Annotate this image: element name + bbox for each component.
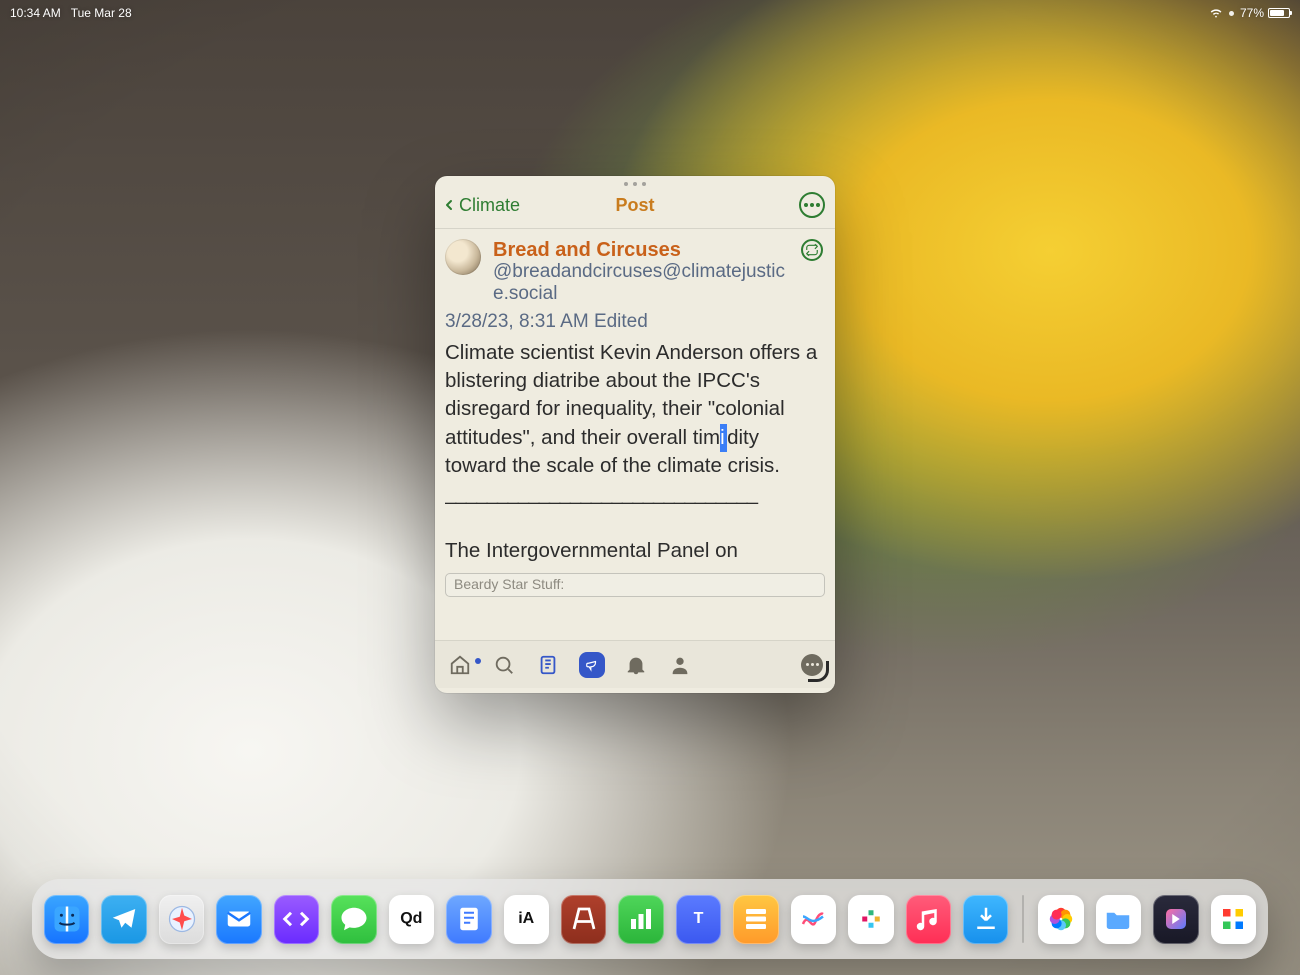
numbers-app[interactable] [618, 895, 663, 944]
freeform-app[interactable] [791, 895, 836, 944]
music-app[interactable] [906, 895, 951, 944]
pages-app[interactable] [561, 895, 606, 944]
notes-app[interactable] [446, 895, 491, 944]
dock[interactable]: Qd iA T [32, 879, 1268, 959]
post-timestamp: 3/28/23, 8:31 AM Edited [445, 311, 825, 333]
chevron-left-icon [441, 197, 457, 213]
files-app[interactable] [1096, 895, 1141, 944]
post-display-name[interactable]: Bread and Circuses [493, 239, 793, 261]
shortcuts-app[interactable] [1153, 895, 1198, 944]
wifi-icon [1209, 5, 1223, 22]
status-date: Tue Mar 28 [71, 6, 132, 20]
search-tab[interactable] [491, 652, 517, 678]
post-body-continued: The Intergovernmental Panel on [445, 539, 738, 562]
telegram-app[interactable] [101, 895, 146, 944]
t-app[interactable]: T [676, 895, 721, 944]
battery-indicator: 77% [1240, 6, 1290, 20]
boost-badge[interactable] [801, 239, 823, 261]
window-grabber[interactable] [435, 176, 835, 186]
lists-tab[interactable] [535, 652, 561, 678]
profile-tab[interactable] [667, 652, 693, 678]
notifications-tab[interactable] [623, 652, 649, 678]
inline-search-field[interactable]: Beardy Star Stuff: [445, 573, 825, 597]
bottom-toolbar [435, 640, 835, 688]
search-placeholder: Beardy Star Stuff: [454, 576, 564, 592]
messages-app[interactable] [331, 895, 376, 944]
mail-app[interactable] [216, 895, 261, 944]
post-container: Bread and Circuses @breadandcircuses@cli… [435, 229, 835, 688]
dock-separator [1022, 895, 1024, 943]
back-button[interactable]: Climate [441, 195, 520, 216]
status-time: 10:34 AM [10, 6, 61, 20]
status-bar: 10:34 AM Tue Mar 28 77% [0, 0, 1300, 24]
home-tab[interactable] [447, 652, 473, 678]
post-body[interactable]: Climate scientist Kevin Anderson offers … [445, 339, 825, 565]
photos-app[interactable] [1038, 895, 1083, 944]
code-app[interactable] [274, 895, 319, 944]
orientation-lock-icon [1229, 11, 1234, 16]
separator-line: ______________________________ [445, 482, 757, 505]
avatar[interactable] [445, 239, 481, 275]
window-resize-handle[interactable] [811, 664, 829, 682]
ia-app[interactable]: iA [504, 895, 549, 944]
battery-percent: 77% [1240, 6, 1264, 20]
reminders-app[interactable] [733, 895, 778, 944]
post-handle[interactable]: @breadandcircuses@climatejustice.social [493, 261, 793, 305]
announcements-tab[interactable] [579, 652, 605, 678]
qd-app[interactable]: Qd [389, 895, 434, 944]
text-selection: i [720, 424, 727, 452]
finder-app[interactable] [44, 895, 89, 944]
back-label: Climate [459, 195, 520, 216]
slack-app[interactable] [848, 895, 893, 944]
home-unread-dot [475, 658, 481, 664]
safari-app[interactable] [159, 895, 204, 944]
more-options-button[interactable] [799, 192, 825, 218]
grid-app[interactable] [1211, 895, 1256, 944]
download-app[interactable] [963, 895, 1008, 944]
mastodon-window[interactable]: Climate Post Bread and Circuses @breadan… [435, 176, 835, 693]
window-titlebar: Climate Post [435, 186, 835, 229]
